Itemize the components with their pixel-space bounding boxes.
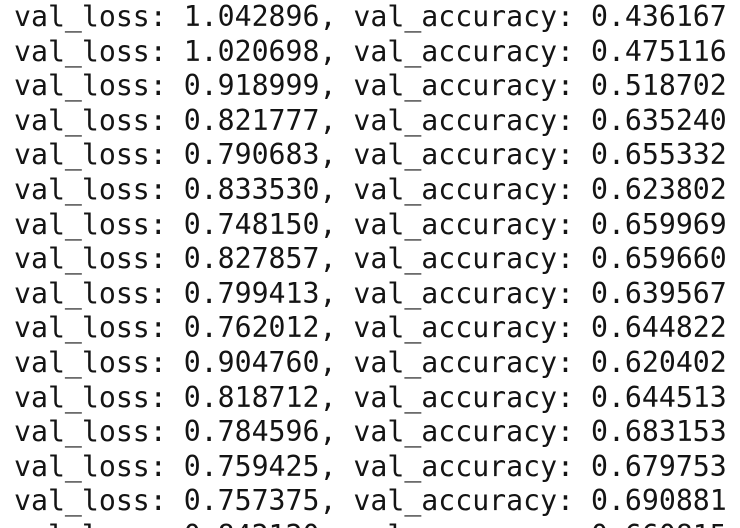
- log-line: val_loss: 0.821777, val_accuracy: 0.6352…: [14, 103, 727, 137]
- log-line: val_loss: 0.759425, val_accuracy: 0.6797…: [14, 449, 727, 483]
- log-line: val_loss: 0.790683, val_accuracy: 0.6553…: [14, 138, 727, 172]
- log-line: val_loss: 0.918999, val_accuracy: 0.5187…: [14, 69, 727, 103]
- log-line: val_loss: 0.799413, val_accuracy: 0.6395…: [14, 276, 727, 310]
- terminal-output: val_loss: 1.042896, val_accuracy: 0.4361…: [0, 0, 740, 528]
- log-line: val_loss: 1.020698, val_accuracy: 0.4751…: [14, 34, 727, 68]
- log-line: val_loss: 1.042896, val_accuracy: 0.4361…: [14, 0, 727, 33]
- log-line: val_loss: 0.748150, val_accuracy: 0.6599…: [14, 207, 727, 241]
- log-line: val_loss: 0.842120, val_accuracy: 0.6608…: [14, 519, 727, 528]
- log-line: val_loss: 0.904760, val_accuracy: 0.6204…: [14, 345, 727, 379]
- log-line: val_loss: 0.818712, val_accuracy: 0.6445…: [14, 380, 727, 414]
- log-lines: val_loss: 1.042896, val_accuracy: 0.4361…: [14, 0, 727, 528]
- log-line: val_loss: 0.833530, val_accuracy: 0.6238…: [14, 172, 727, 206]
- log-line: val_loss: 0.762012, val_accuracy: 0.6448…: [14, 311, 727, 345]
- log-line: val_loss: 0.784596, val_accuracy: 0.6831…: [14, 415, 727, 449]
- log-line: val_loss: 0.827857, val_accuracy: 0.6596…: [14, 242, 727, 276]
- log-line: val_loss: 0.757375, val_accuracy: 0.6908…: [14, 484, 727, 518]
